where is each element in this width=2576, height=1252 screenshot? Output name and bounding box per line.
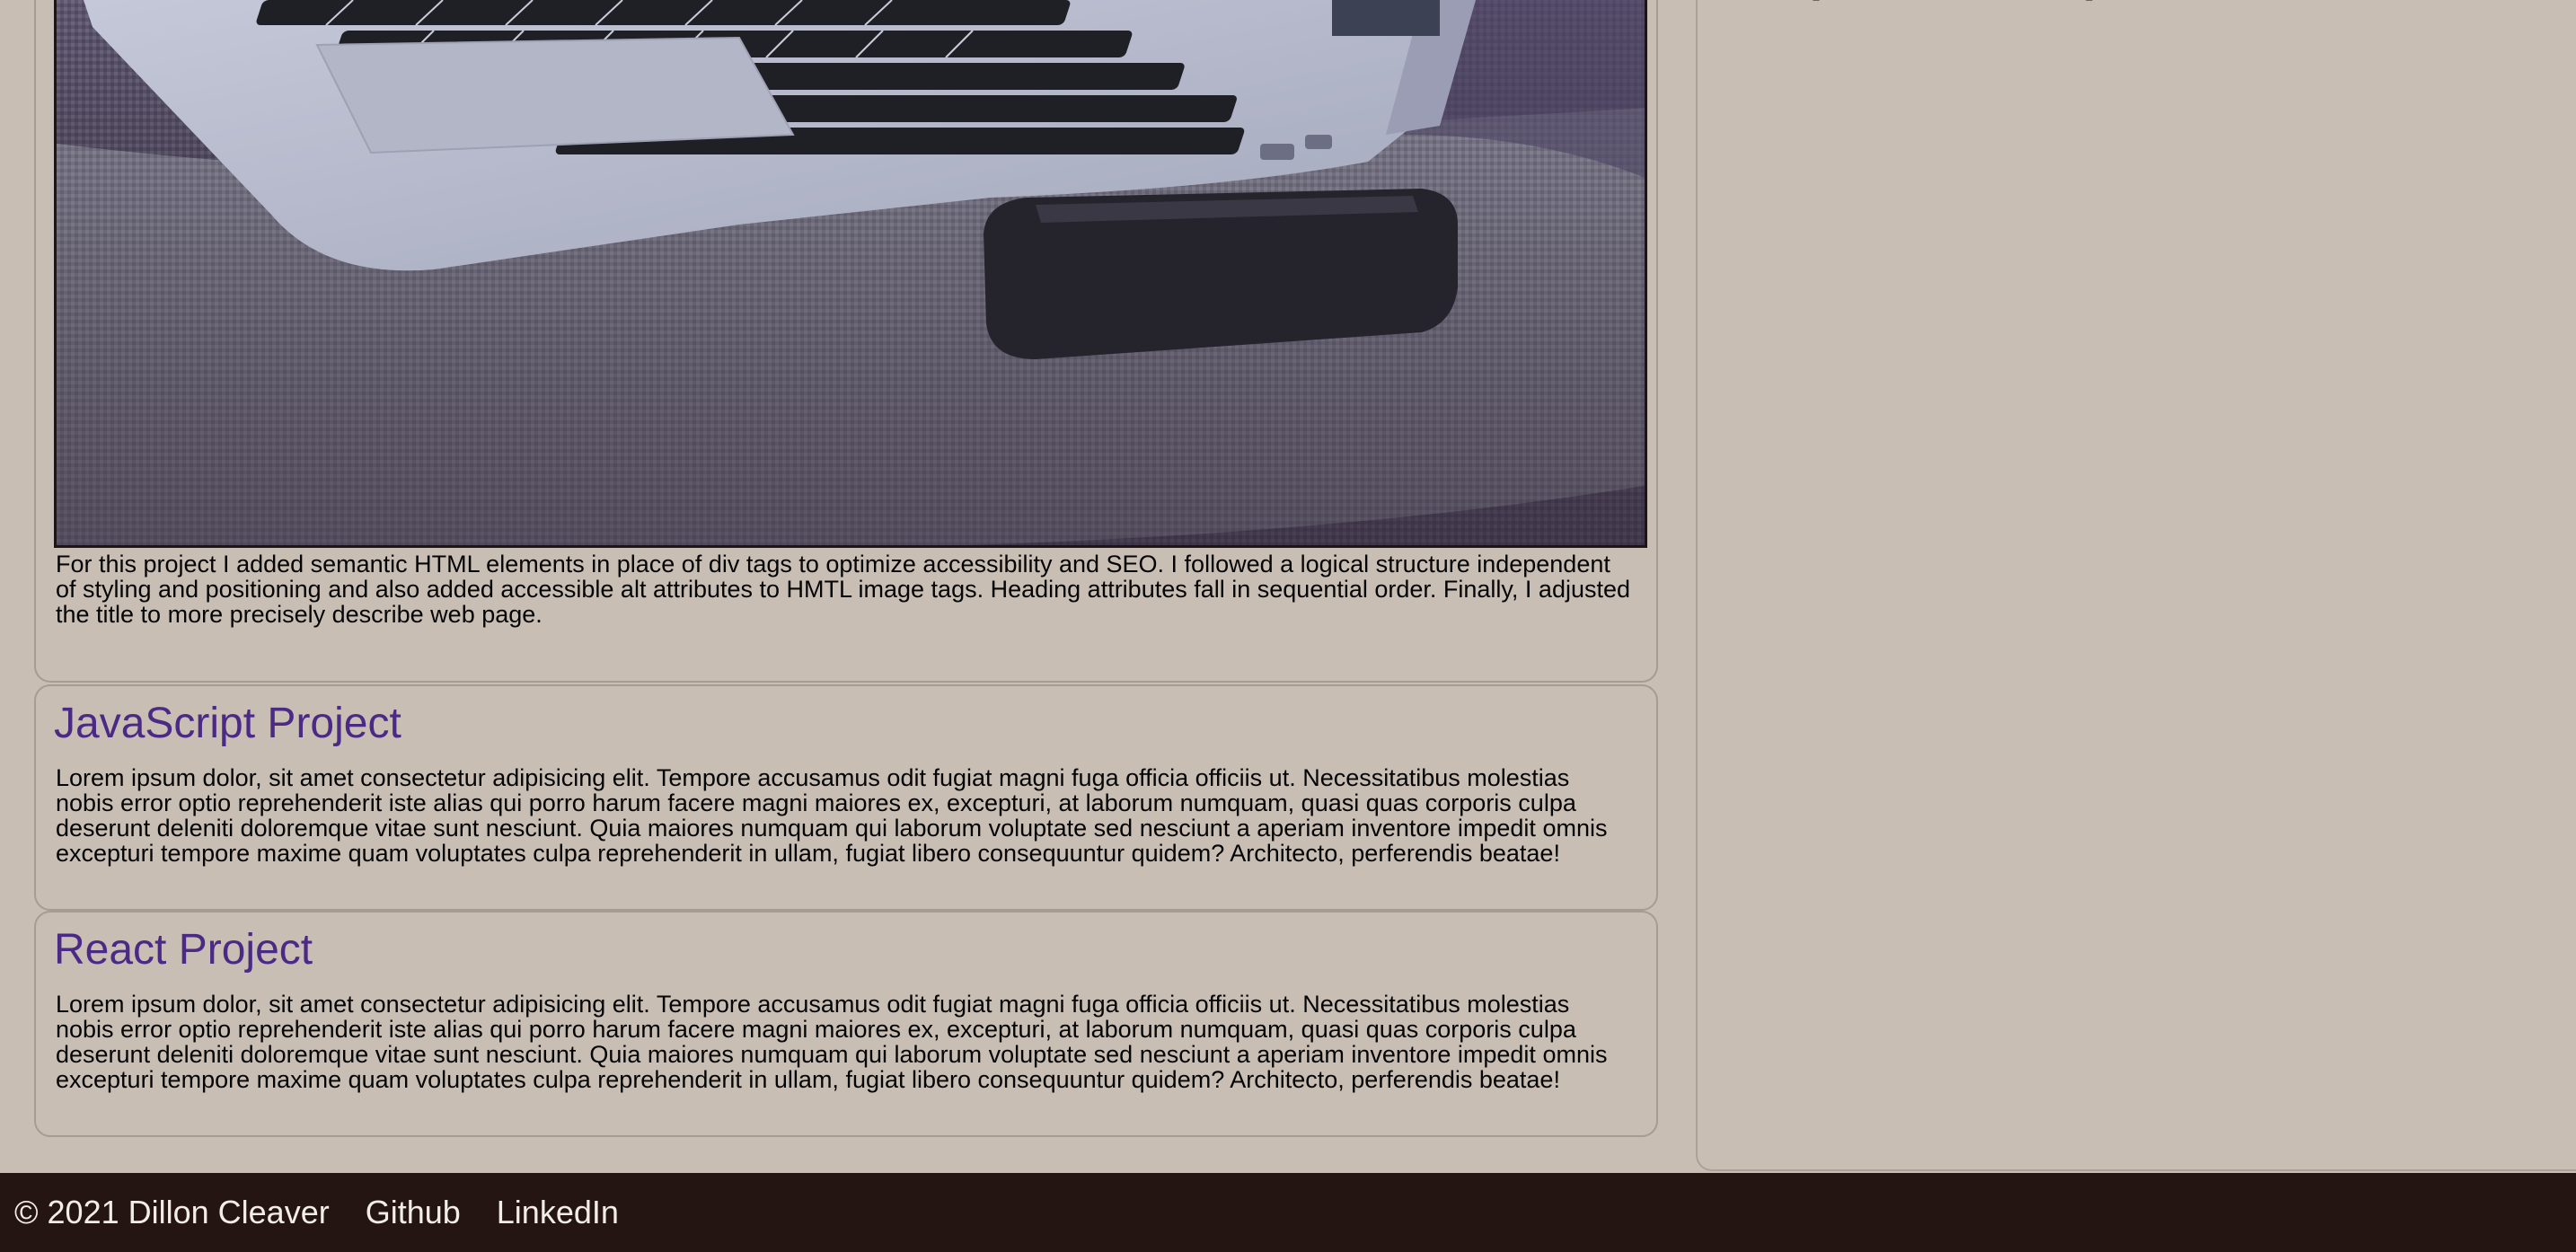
page: For this project I added semantic HTML e…	[0, 0, 2576, 1252]
github-link[interactable]: Github	[366, 1196, 461, 1229]
project-card-javascript: JavaScript Project Lorem ipsum dolor, si…	[34, 684, 1658, 911]
project-description: Lorem ipsum dolor, sit amet consectetur …	[56, 764, 1608, 867]
project-description: For this project I added semantic HTML e…	[56, 551, 1631, 628]
side-panel-fragment	[1813, 0, 1820, 1]
footer-copyright: © 2021 Dillon Cleaver	[14, 1194, 330, 1230]
project-image	[54, 0, 1647, 548]
project-card-semantic: For this project I added semantic HTML e…	[34, 0, 1658, 683]
project-description: Lorem ipsum dolor, sit amet consectetur …	[56, 991, 1608, 1093]
project-title: React Project	[54, 926, 313, 974]
project-title: JavaScript Project	[54, 700, 401, 747]
linkedin-link[interactable]: LinkedIn	[497, 1196, 619, 1229]
side-panel	[1696, 0, 2576, 1171]
footer: © 2021 Dillon Cleaver Github LinkedIn	[0, 1173, 2576, 1252]
side-panel-fragment	[2086, 0, 2093, 1]
project-card-react: React Project Lorem ipsum dolor, sit ame…	[34, 911, 1658, 1137]
